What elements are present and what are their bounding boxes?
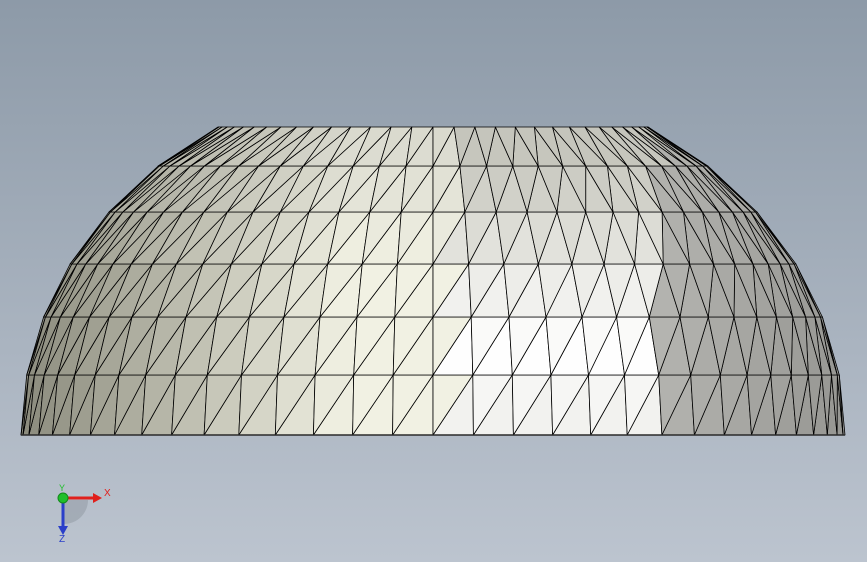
triad-shadow: [64, 500, 88, 524]
z-axis-label: Z: [59, 534, 65, 545]
graphics-viewport[interactable]: [0, 0, 867, 562]
y-axis-dot: [57, 492, 69, 504]
dome-mesh-model[interactable]: [20, 126, 846, 436]
reference-triad: X Z Y: [40, 478, 130, 548]
x-axis-arrow: [93, 493, 102, 503]
x-axis-label: X: [104, 488, 111, 499]
y-axis-label: Y: [59, 483, 65, 493]
